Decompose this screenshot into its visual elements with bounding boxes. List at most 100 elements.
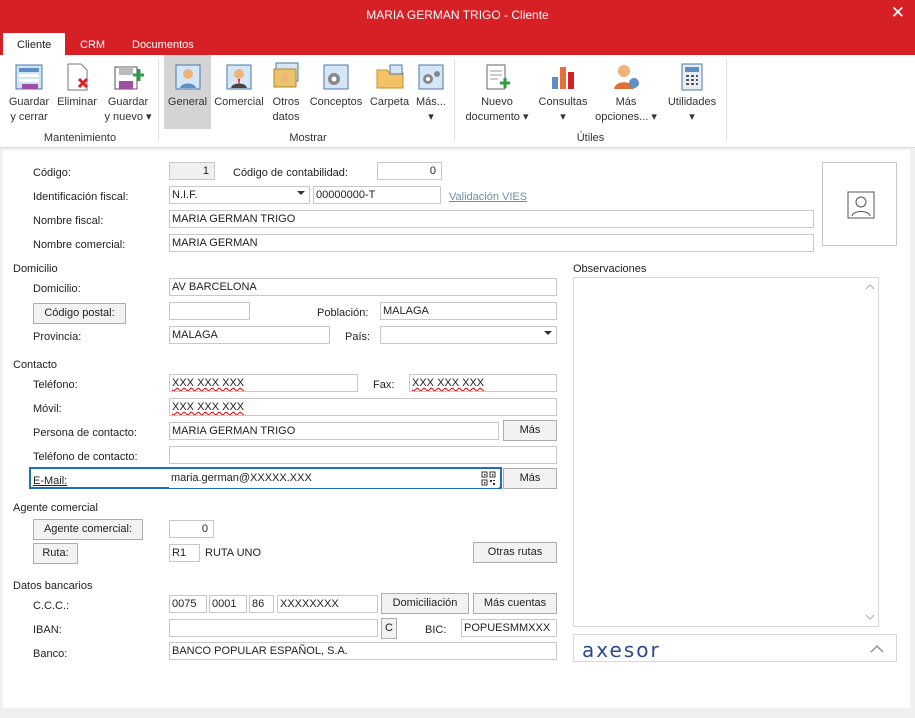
codigo-postal-field[interactable] — [169, 302, 250, 320]
poblacion-field[interactable]: MALAGA — [380, 302, 557, 320]
chevron-up-icon[interactable] — [870, 644, 884, 653]
ruta-codigo-field[interactable]: R1 — [169, 544, 200, 562]
scroll-up-icon[interactable] — [866, 284, 874, 290]
fax-field[interactable]: XXX XXX XXX — [409, 374, 557, 392]
banco-field[interactable]: BANCO POPULAR ESPAÑOL, S.A. — [169, 642, 557, 660]
cod-contab-field[interactable]: 0 — [377, 162, 442, 180]
fax-label: Fax: — [373, 379, 395, 391]
chevron-down-icon — [544, 331, 552, 335]
telefono-label: Teléfono: — [33, 379, 78, 391]
ccc-label: C.C.C.: — [33, 600, 70, 612]
qr-code-icon[interactable] — [481, 471, 496, 486]
photo-box[interactable] — [822, 162, 897, 246]
mas-opciones-button[interactable]: Más opciones... ▾ — [591, 55, 661, 129]
tab-cliente[interactable]: Cliente — [3, 33, 66, 55]
nuevo-documento-button[interactable]: Nuevo documento ▾ — [459, 55, 535, 129]
ruta-nombre: RUTA UNO — [205, 547, 262, 559]
agente-comercial-field[interactable]: 0 — [169, 520, 214, 538]
comercial-icon — [226, 64, 252, 90]
otros-datos-button[interactable]: Otros datos — [266, 55, 306, 129]
ribbon: Guardar y cerrar Eliminar Guardar y nuevo … — [0, 55, 915, 148]
codigo-postal-button[interactable]: Código postal: — [33, 303, 126, 324]
observaciones-field[interactable] — [573, 277, 879, 627]
title-bar: MARIA GERMAN TRIGO - Cliente ✕ — [0, 0, 915, 31]
email-field[interactable]: maria.german@XXXXX.XXX — [169, 470, 499, 488]
person-placeholder-icon — [847, 191, 875, 219]
tel-contacto-field[interactable] — [169, 446, 557, 464]
tab-crm[interactable]: CRM — [66, 33, 119, 55]
save-close-icon — [15, 64, 43, 90]
group-separator — [454, 59, 455, 141]
idfiscal-label: Identificación fiscal: — [33, 191, 129, 203]
idfiscal-number-field[interactable]: 00000000-T — [313, 186, 441, 204]
poblacion-label: Población: — [317, 307, 369, 319]
iban-calc-button[interactable]: C — [381, 618, 397, 639]
mas-mostrar-button[interactable]: Más... ▾ — [413, 55, 449, 129]
telefono-field[interactable]: XXX XXX XXX — [169, 374, 358, 392]
pais-label: País: — [345, 331, 371, 343]
iban-label: IBAN: — [33, 624, 62, 636]
new-document-icon — [486, 64, 510, 90]
domicilio-field[interactable]: AV BARCELONA — [169, 278, 557, 296]
nombre-fiscal-field[interactable]: MARIA GERMAN TRIGO — [169, 210, 814, 228]
carpeta-button[interactable]: Carpeta — [367, 55, 412, 129]
conceptos-button[interactable]: Conceptos — [307, 55, 365, 129]
persona-contacto-field[interactable]: MARIA GERMAN TRIGO — [169, 422, 499, 440]
group-mantenimiento: Mantenimiento — [43, 132, 117, 144]
otras-rutas-button[interactable]: Otras rutas — [473, 542, 557, 563]
codigo-field[interactable]: 1 — [169, 162, 215, 180]
domicilio-label: Domicilio: — [33, 283, 81, 295]
axesor-panel[interactable]: axesor — [573, 634, 897, 662]
general-button[interactable]: General — [164, 55, 211, 129]
utilidades-button[interactable]: Utilidades ▾ — [662, 55, 722, 129]
observaciones-scrollbar[interactable] — [862, 278, 878, 626]
tab-documentos[interactable]: Documentos — [118, 33, 208, 55]
mas-cuentas-button[interactable]: Más cuentas — [473, 593, 557, 614]
ruta-button[interactable]: Ruta: — [33, 543, 78, 564]
guardar-cerrar-button[interactable]: Guardar y cerrar — [5, 55, 53, 129]
nombre-comercial-field[interactable]: MARIA GERMAN — [169, 234, 814, 252]
provincia-field[interactable]: MALAGA — [169, 326, 330, 344]
iban-field[interactable] — [169, 619, 378, 637]
email-label[interactable]: E-Mail: — [33, 475, 67, 487]
ccc-dc-field[interactable]: 86 — [249, 595, 274, 613]
banco-label: Banco: — [33, 648, 68, 660]
section-domicilio: Domicilio — [13, 263, 58, 275]
idfiscal-type-select[interactable]: N.I.F. — [169, 186, 310, 204]
close-icon[interactable]: ✕ — [891, 3, 905, 23]
status-bar — [0, 708, 915, 718]
folder-icon — [376, 64, 403, 89]
provincia-label: Provincia: — [33, 331, 82, 343]
guardar-nuevo-button[interactable]: Guardar y nuevo ▾ — [102, 55, 154, 129]
group-utiles: Útiles — [576, 132, 605, 144]
scroll-down-icon[interactable] — [866, 614, 874, 620]
nombre-comercial-label: Nombre comercial: — [33, 239, 126, 251]
movil-label: Móvil: — [33, 403, 62, 415]
section-bancarios: Datos bancarios — [13, 580, 93, 592]
user-options-icon — [614, 65, 639, 89]
tab-strip: Cliente CRM Documentos — [0, 31, 915, 55]
tel-contacto-label: Teléfono de contacto: — [33, 451, 138, 463]
ccc-cuenta-field[interactable]: XXXXXXXX — [277, 595, 378, 613]
axesor-logo: axesor — [582, 638, 661, 662]
comercial-button[interactable]: Comercial — [213, 55, 265, 129]
mas-contacto-button[interactable]: Más — [503, 420, 557, 441]
agente-comercial-button[interactable]: Agente comercial: — [33, 519, 143, 540]
pais-select[interactable] — [380, 326, 557, 344]
bic-field[interactable]: POPUESMMXXX — [461, 619, 557, 637]
ccc-oficina-field[interactable]: 0001 — [209, 595, 247, 613]
cod-contab-label: Código de contabilidad: — [233, 167, 348, 179]
domiciliacion-button[interactable]: Domiciliación — [381, 593, 469, 614]
client-form: Código: 1 Código de contabilidad: 0 Iden… — [3, 150, 910, 708]
eliminar-button[interactable]: Eliminar — [54, 55, 100, 129]
consultas-button[interactable]: Consultas ▾ — [536, 55, 590, 129]
nombre-fiscal-label: Nombre fiscal: — [33, 215, 104, 227]
delete-icon — [67, 63, 89, 91]
persona-contacto-label: Persona de contacto: — [33, 427, 137, 439]
general-icon — [175, 64, 200, 90]
mas-email-button[interactable]: Más — [503, 468, 557, 489]
otros-datos-icon — [273, 62, 299, 88]
ccc-entidad-field[interactable]: 0075 — [169, 595, 207, 613]
movil-field[interactable]: XXX XXX XXX — [169, 398, 557, 416]
validacion-vies-link[interactable]: Validación VIES — [449, 191, 527, 203]
